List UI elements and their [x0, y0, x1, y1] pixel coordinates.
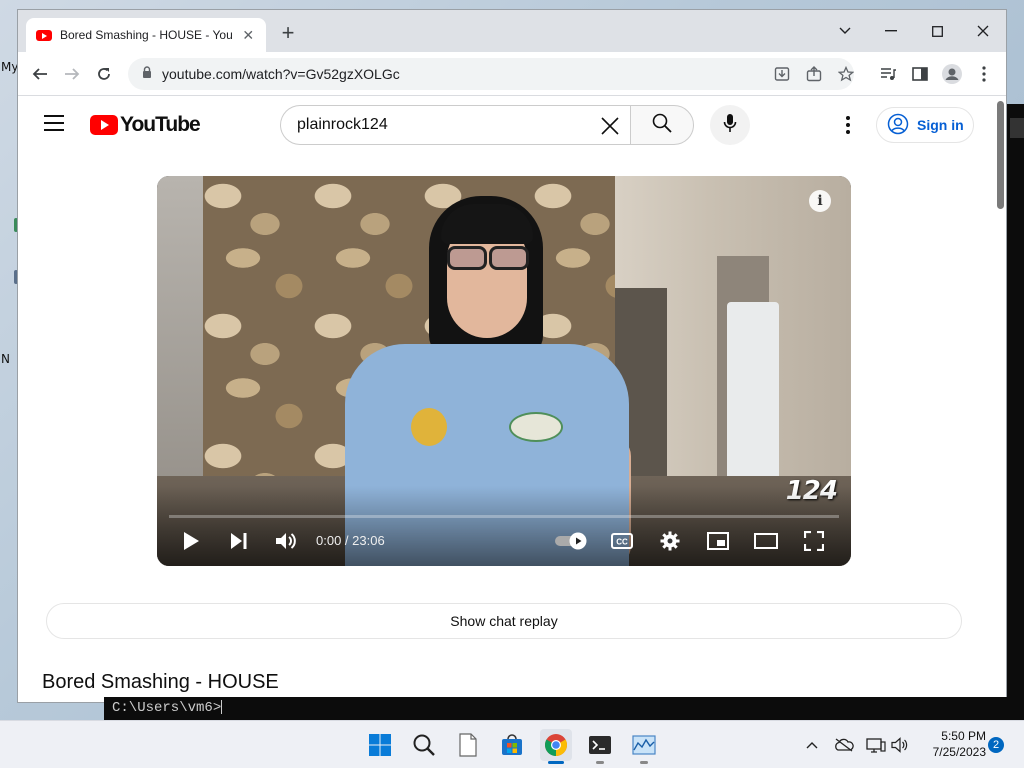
volume-icon[interactable]	[268, 527, 304, 555]
show-hidden-icons-chevron-icon[interactable]	[802, 735, 822, 755]
video-title: Bored Smashing - HOUSE	[42, 671, 279, 693]
search-input[interactable]: plainrock124	[280, 105, 630, 145]
youtube-page: YouTube plainrock124 Sign in i 0:00 / 23…	[18, 97, 1006, 702]
file-icon[interactable]	[452, 729, 484, 761]
tab-close-icon[interactable]: ✕	[241, 27, 257, 44]
back-button[interactable]	[26, 60, 54, 88]
address-bar[interactable]: youtube.com/watch?v=Gv52gzXOLGc	[128, 58, 854, 90]
taskbar: 5:50 PM 7/25/2023 2	[0, 720, 1024, 768]
voice-search-button[interactable]	[710, 105, 750, 145]
clock-time: 5:50 PM	[941, 729, 986, 743]
taskbar-search-icon[interactable]	[408, 729, 440, 761]
profile-avatar-icon[interactable]	[938, 60, 966, 88]
background-terminal-window[interactable]	[1006, 104, 1024, 720]
terminal-app-icon[interactable]	[584, 729, 616, 764]
search-icon	[651, 112, 673, 139]
autoplay-toggle[interactable]	[553, 527, 589, 555]
new-tab-button[interactable]: +	[276, 22, 300, 46]
share-icon[interactable]	[804, 64, 824, 84]
sign-in-button[interactable]: Sign in	[876, 107, 974, 143]
url-text[interactable]: youtube.com/watch?v=Gv52gzXOLGc	[162, 66, 400, 82]
desktop-icon-label[interactable]: My	[1, 60, 18, 74]
terminal-prompt: C:\Users\vm6>	[112, 700, 222, 716]
start-button[interactable]	[364, 729, 396, 761]
youtube-favicon-icon	[36, 29, 52, 41]
install-app-icon[interactable]	[772, 64, 792, 84]
svg-text:CC: CC	[616, 538, 628, 547]
maximize-button[interactable]	[914, 16, 960, 46]
search-query-text[interactable]: plainrock124	[297, 116, 388, 134]
progress-bar[interactable]	[169, 515, 839, 518]
chrome-icon[interactable]	[540, 729, 572, 764]
browser-window: Bored Smashing - HOUSE - YouTube ✕ +	[18, 10, 1006, 702]
show-chat-replay-button[interactable]: Show chat replay	[46, 603, 962, 639]
play-button[interactable]	[173, 527, 209, 555]
tab-youtube[interactable]: Bored Smashing - HOUSE - YouTube ✕	[26, 18, 266, 52]
tab-strip: Bored Smashing - HOUSE - YouTube ✕ +	[18, 10, 1006, 52]
info-icon[interactable]: i	[809, 190, 831, 212]
settings-gear-icon[interactable]	[652, 527, 688, 555]
page-scrollbar[interactable]	[994, 97, 1006, 702]
reload-button[interactable]	[90, 60, 118, 88]
clear-search-icon[interactable]	[598, 114, 622, 138]
account-circle-icon	[887, 113, 909, 138]
close-window-button[interactable]	[960, 16, 1006, 46]
tab-search-chevron-icon[interactable]	[822, 16, 868, 46]
search-button[interactable]	[630, 105, 694, 145]
browser-menu-icon[interactable]	[970, 60, 998, 88]
clock-date: 7/25/2023	[932, 745, 986, 759]
shirt-badge	[509, 412, 563, 442]
settings-more-icon[interactable]	[836, 111, 860, 139]
hamburger-menu-icon[interactable]	[44, 115, 64, 131]
lock-icon[interactable]	[142, 65, 152, 83]
terminal-cursor	[221, 700, 223, 715]
microphone-icon	[723, 113, 737, 138]
glasses	[441, 246, 533, 272]
minimize-button[interactable]	[868, 16, 914, 46]
time-display: 0:00 / 23:06	[316, 533, 385, 548]
miniplayer-icon[interactable]	[700, 527, 736, 555]
media-controls-icon[interactable]	[874, 60, 902, 88]
youtube-header: YouTube plainrock124 Sign in	[18, 97, 994, 153]
bookmark-star-icon[interactable]	[836, 64, 856, 84]
shirt-badge	[411, 408, 447, 446]
onedrive-icon[interactable]	[834, 735, 854, 755]
youtube-play-logo-icon	[90, 115, 118, 135]
desktop-icon-label[interactable]: N	[1, 352, 10, 366]
youtube-logo[interactable]: YouTube	[90, 113, 201, 137]
theater-mode-icon[interactable]	[748, 527, 784, 555]
captions-icon[interactable]: CC	[604, 527, 640, 555]
terminal-window[interactable]: C:\Users\vm6>	[104, 697, 1024, 720]
notification-badge[interactable]: 2	[988, 737, 1004, 753]
side-panel-icon[interactable]	[906, 60, 934, 88]
next-video-button[interactable]	[221, 527, 257, 555]
performance-monitor-icon[interactable]	[628, 729, 660, 764]
browser-toolbar: youtube.com/watch?v=Gv52gzXOLGc	[18, 52, 1006, 96]
video-player[interactable]: i 124 0:00 / 23:06 CC	[157, 176, 851, 566]
network-icon[interactable]	[866, 735, 886, 755]
fullscreen-icon[interactable]	[796, 527, 832, 555]
forward-button[interactable]	[58, 60, 86, 88]
tab-title: Bored Smashing - HOUSE - YouTube	[60, 28, 233, 42]
microsoft-store-icon[interactable]	[496, 729, 528, 761]
sign-in-label: Sign in	[917, 117, 964, 133]
volume-tray-icon[interactable]	[890, 735, 910, 755]
taskbar-clock[interactable]: 5:50 PM 7/25/2023	[916, 728, 986, 760]
youtube-logo-text: YouTube	[120, 113, 201, 136]
